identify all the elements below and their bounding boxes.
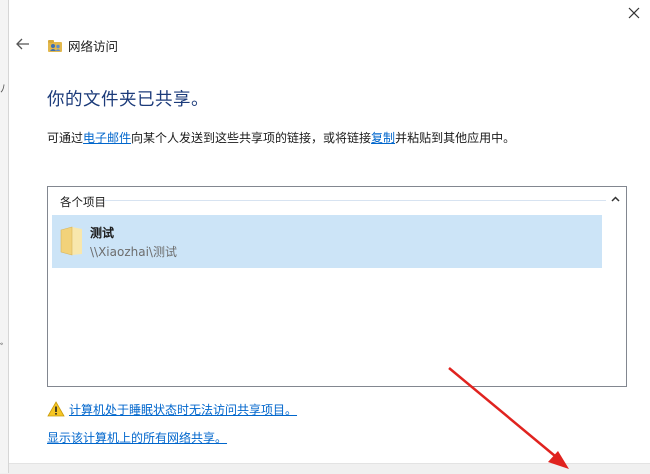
group-divider	[104, 200, 606, 201]
description-text: 并粘贴到其他应用中。	[395, 131, 516, 145]
show-all-shares-link[interactable]: 显示该计算机上的所有网络共享。	[47, 429, 227, 446]
list-item[interactable]: 测试 \\Xiaozhai\测试	[52, 215, 602, 268]
share-description: 可通过电子邮件向某个人发送到这些共享项的链接，或将链接复制并粘贴到其他应用中。	[47, 129, 515, 146]
group-label: 各个项目	[60, 195, 106, 209]
group-collapse-button[interactable]	[608, 191, 622, 207]
item-path: \\Xiaozhai\测试	[90, 245, 177, 259]
window-title: 网络访问	[68, 39, 119, 54]
back-arrow-icon	[16, 38, 29, 50]
description-text: 可通过	[47, 131, 84, 145]
sleep-warning-link[interactable]: 计算机处于睡眠状态时无法访问共享项目。	[69, 401, 297, 418]
item-name: 测试	[90, 226, 115, 240]
dialog-footer	[9, 463, 650, 474]
network-access-dialog: 网络访问 你的文件夹已共享。 可通过电子邮件向某个人发送到这些共享项的链接，或将…	[8, 0, 650, 474]
page-heading: 你的文件夹已共享。	[47, 90, 209, 110]
shared-items-list[interactable]: 各个项目 测试 \\Xiaozhai\测试	[47, 186, 627, 387]
background-window-glyph: ﾞ	[0, 342, 6, 355]
sleep-warning: 计算机处于睡眠状态时无法访问共享项目。	[47, 400, 297, 418]
group-header[interactable]: 各个项目	[48, 187, 626, 213]
copy-link[interactable]: 复制	[371, 131, 395, 145]
description-text: 向某个人发送到这些共享项的链接，或将链接	[131, 131, 372, 145]
chevron-up-icon	[610, 196, 620, 202]
warning-icon	[47, 401, 65, 417]
folder-icon	[60, 226, 82, 256]
background-window-glyph: ﾉ	[0, 82, 6, 95]
network-users-icon	[48, 40, 62, 52]
email-link[interactable]: 电子邮件	[83, 131, 131, 145]
back-button[interactable]	[12, 33, 34, 55]
close-button[interactable]	[620, 0, 648, 26]
close-icon	[628, 7, 640, 19]
